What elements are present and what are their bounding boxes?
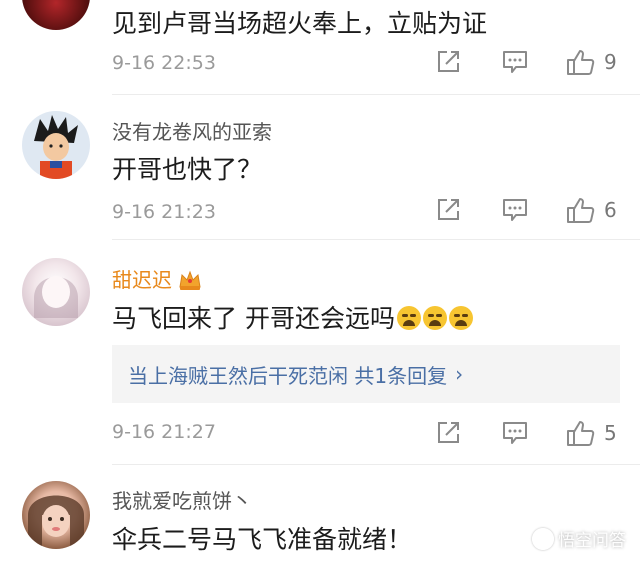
comment-item: 甜迟迟 马飞回来了 开哥还会远吗 当上海贼王然后干死范闲 共1条回复 › 9-1… [0,240,640,465]
crying-emoji-icon [422,306,447,330]
avatar[interactable] [22,481,90,549]
comment-text: 见到卢哥当场超火奉上，立贴为证 [112,9,488,38]
like-button[interactable]: 5 [566,418,617,448]
share-button[interactable] [434,47,462,77]
comment-icon [503,199,527,221]
comment-username[interactable]: 我就爱吃煎饼丶 [112,485,252,514]
avatar-illustration [34,276,78,318]
share-icon [438,51,459,72]
like-button[interactable]: 6 [566,195,617,225]
comment-text: 马飞回来了 开哥还会远吗 [112,299,473,335]
comment-username[interactable]: 甜迟迟 [112,264,202,293]
avatar[interactable] [22,0,90,30]
wukong-logo-icon [532,528,554,550]
crown-badge-icon [179,270,201,290]
like-button[interactable]: 9 [566,47,617,77]
chevron-right-icon: › [455,362,464,386]
avatar[interactable] [22,111,90,179]
comment-item: 没有龙卷风的亚索 开哥也快了？ 9-16 21:23 6 [0,95,640,240]
comment-button[interactable] [501,47,529,77]
like-count: 6 [604,198,617,222]
comment-time: 9-16 22:53 [112,52,216,74]
like-count: 5 [604,421,617,445]
comment-text: 伞兵二号马飞飞准备就绪！ [112,525,413,554]
thumbs-up-icon [567,50,595,75]
comment-icon [503,51,527,73]
comment-button[interactable] [501,195,529,225]
comment-time: 9-16 21:27 [112,421,216,443]
share-button[interactable] [434,195,462,225]
comment-time: 9-16 21:23 [112,201,216,223]
thumbs-up-icon [567,421,595,446]
reply-summary-text: 当上海贼王然后干死范闲 共1条回复 [128,363,448,388]
reply-summary-box[interactable]: 当上海贼王然后干死范闲 共1条回复 › [112,345,620,403]
watermark: 悟空问答 [532,526,626,551]
thumbs-up-icon [567,198,595,223]
avatar-illustration [34,115,78,179]
share-icon [438,422,459,443]
comment-text: 开哥也快了？ [112,155,263,184]
username-text: 甜迟迟 [112,268,172,292]
watermark-text: 悟空问答 [558,531,626,551]
crying-emoji-icon [448,306,473,330]
comment-text-content: 马飞回来了 开哥还会远吗 [112,304,395,333]
share-button[interactable] [434,418,462,448]
like-count: 9 [604,50,617,74]
avatar-illustration [28,495,84,549]
comment-username[interactable]: 没有龙卷风的亚索 [112,116,272,145]
crying-emoji-icon [396,306,421,330]
share-icon [438,199,459,220]
comment-item: 见到卢哥当场超火奉上，立贴为证 9-16 22:53 9 [0,0,640,95]
avatar[interactable] [22,258,90,326]
comment-button[interactable] [501,418,529,448]
comment-icon [503,422,527,444]
